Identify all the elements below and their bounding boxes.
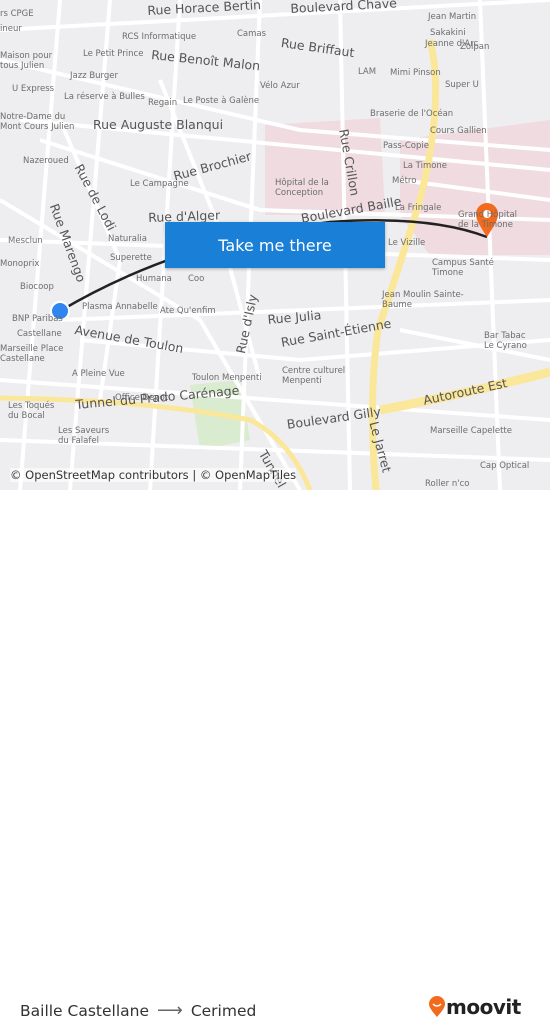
poi-label: Les Saveurs du Falafel — [58, 426, 110, 446]
poi-label: Zolpan — [460, 42, 490, 52]
poi-label: Le Poste à Galène — [183, 96, 260, 106]
poi-label: rs CPGE — [0, 9, 34, 19]
poi-label: Cours Gallien — [430, 126, 487, 136]
poi-label: Superette — [110, 253, 152, 263]
map-attribution[interactable]: © OpenStreetMap contributors | © OpenMap… — [10, 468, 297, 482]
moovit-wordmark: moovit — [446, 995, 521, 1019]
poi-label: Ate Qu'enfim — [160, 306, 216, 316]
poi-label: Vélo Azur — [260, 81, 300, 91]
poi-label: Le Vizille — [388, 238, 426, 248]
poi-label: A Pleine Vue — [72, 369, 125, 379]
arrow-right-icon: ⟶ — [157, 1000, 183, 1021]
take-me-there-button[interactable]: Take me there — [165, 222, 385, 268]
poi-label: Pass-Copie — [383, 141, 429, 151]
route-summary: Baille Castellane ⟶ Cerimed — [20, 1000, 256, 1021]
poi-label: Maison pour tous Julien — [0, 51, 53, 71]
poi-label: ineur — [0, 24, 22, 34]
poi-label: La Fringale — [395, 203, 442, 213]
poi-label: Coo — [188, 274, 205, 284]
poi-label: Jean Moulin Sainte- Baume — [382, 290, 464, 310]
destination-name: Cerimed — [190, 1001, 257, 1020]
poi-label: Les Toqués du Bocal — [8, 401, 55, 421]
poi-label: Bar Tabac Le Cyrano — [484, 331, 527, 351]
poi-label: Biocoop — [20, 282, 54, 292]
poi-label: U Express — [12, 84, 55, 94]
poi-label: Notre-Dame du Mont Cours Julien — [0, 112, 75, 132]
moovit-logo: moovit — [428, 995, 521, 1019]
moovit-pin-icon — [429, 996, 445, 1017]
poi-label: Plasma Annabelle — [82, 302, 158, 312]
poi-label: RCS Informatique — [122, 32, 197, 42]
poi-label: Jazz Burger — [70, 71, 119, 81]
poi-label: Toulon Menpenti — [192, 373, 262, 383]
origin-name: Baille Castellane — [20, 1001, 149, 1020]
poi-label: Camas — [237, 29, 267, 39]
poi-label: Regain — [148, 98, 178, 108]
poi-label: Sakakini — [430, 28, 466, 38]
poi-label: Castellane — [17, 329, 62, 339]
poi-label: La Timone — [403, 161, 448, 171]
poi-label: Marseille Capelette — [430, 426, 512, 436]
poi-label: LAM — [358, 67, 377, 77]
poi-label: Monoprix — [0, 259, 40, 269]
poi-label: Mesclun — [8, 236, 43, 246]
poi-label: Jean Martin — [428, 12, 477, 22]
poi-label: Roller n'co — [425, 479, 470, 489]
poi-label: La réserve à Bulles — [64, 92, 145, 102]
poi-label: Marseille Place Castellane — [0, 344, 64, 364]
poi-label: Centre culturel Menpenti — [282, 366, 346, 386]
poi-label: Nazeroued — [23, 156, 69, 166]
poi-label: Super U — [445, 80, 479, 90]
poi-label: Cap Optical — [480, 461, 530, 471]
poi-label: BNP Paribas — [12, 314, 63, 324]
poi-label: Le Petit Prince — [83, 49, 144, 59]
poi-label: Mimi Pinson — [390, 68, 441, 78]
poi-label: Hôpital de la Conception — [275, 178, 329, 198]
map[interactable]: Rue Horace Bertin Boulevard Chave Jean Mar… — [0, 0, 550, 490]
poi-label: Humana — [136, 274, 172, 284]
poi-label: Braserie de l'Océan — [370, 109, 454, 119]
poi-label: Métro — [392, 176, 417, 186]
footer: Baille Castellane ⟶ Cerimed moovit — [0, 490, 550, 1021]
street-label: Rue Auguste Blanqui — [93, 117, 224, 132]
poi-label: Campus Santé Timone — [432, 258, 494, 278]
poi-label: Grand Hôpital de la Timone — [458, 210, 518, 230]
poi-label: Le Campagne — [130, 179, 189, 189]
poi-label: Naturalia — [108, 234, 147, 244]
